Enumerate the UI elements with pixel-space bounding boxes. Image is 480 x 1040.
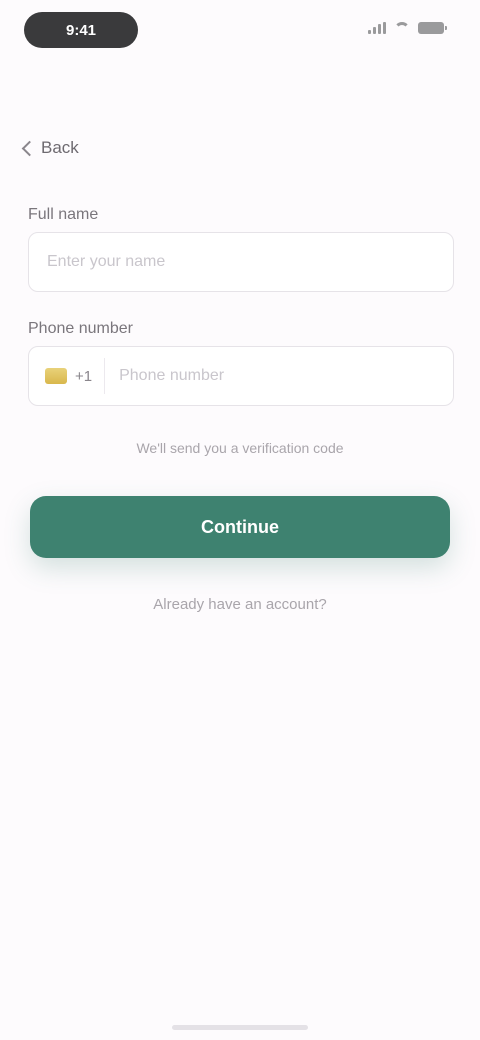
- flag-icon: [45, 368, 67, 384]
- signup-screen: 9:41 Back Full name Phone number +1 We'l…: [0, 0, 480, 1040]
- name-field[interactable]: [28, 232, 454, 292]
- wifi-icon: [394, 22, 410, 34]
- status-icons: [368, 22, 447, 34]
- signal-icon: [368, 22, 386, 34]
- name-input[interactable]: [45, 232, 437, 292]
- country-code: +1: [75, 367, 93, 385]
- name-field-label: Full name: [28, 206, 99, 223]
- back-button[interactable]: Back: [21, 138, 79, 158]
- login-link[interactable]: Already have an account?: [0, 596, 480, 613]
- phone-field-label: Phone number: [28, 320, 133, 337]
- home-indicator: [172, 1025, 308, 1030]
- status-time: 9:41: [24, 12, 138, 48]
- chevron-left-icon: [21, 140, 38, 156]
- back-label: Back: [41, 138, 79, 157]
- phone-field[interactable]: +1: [28, 346, 454, 406]
- battery-icon: [418, 22, 447, 34]
- helper-text: We'll send you a verification code: [136, 440, 344, 456]
- status-bar: 9:41: [0, 0, 480, 64]
- phone-input[interactable]: [117, 346, 437, 406]
- country-code-selector[interactable]: +1: [45, 358, 106, 394]
- continue-button[interactable]: Continue: [30, 496, 450, 558]
